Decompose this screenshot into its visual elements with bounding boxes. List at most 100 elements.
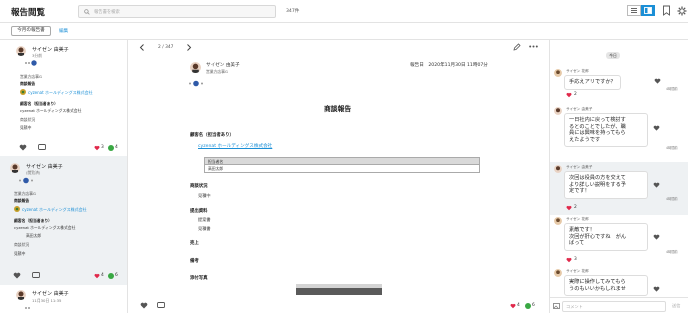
comment-author: サイゼン 花郎 (566, 269, 589, 273)
material-item: 見積書 (198, 226, 211, 231)
report-time: (閲覧済) (26, 170, 41, 175)
comment-text: 手応えアリですか？ (564, 75, 621, 90)
avatar (10, 163, 20, 173)
customer-label: 顧客名（担当者あり） (20, 101, 58, 106)
page-indicator: 2 / 347 (158, 45, 174, 50)
search-icon (84, 9, 90, 15)
author-avatar (190, 62, 201, 73)
heart-count: 3 (101, 145, 104, 150)
avatar (554, 69, 562, 77)
author-name: サイゼン 由美子 (32, 291, 69, 297)
company-logo-icon (14, 206, 20, 212)
heart-count: 4 (101, 273, 104, 278)
heart-count: 3 (574, 257, 577, 262)
status-icons (19, 177, 33, 184)
comment-text: 実際に操作してみてもら うのもいいかもしれませ (564, 275, 648, 296)
report-list-item[interactable]: サイゼン 由美子 11月30日 11:35 (6, 286, 122, 313)
comments-panel: 今日 サイゼン 花郎 手応えアリですか？ 4時間前 2 サイゼン 由美子 一日社… (550, 40, 688, 313)
comment-author: サイゼン 花郎 (566, 69, 589, 73)
customer-label: 顧客名（担当者あり） (14, 218, 52, 223)
report-heading: 商談報告 (324, 105, 352, 113)
heart-outline-icon[interactable] (654, 78, 661, 84)
status-label: 商談状況 (14, 242, 30, 247)
image-icon[interactable] (553, 303, 560, 309)
report-list: サイゼン 由美子 3分前 営業方店事G 商談報告 cyzenat ホールディング… (0, 40, 128, 313)
comment-author: サイゼン 由美子 (566, 107, 593, 111)
top-bar: 報告閲覧 報告書を検索 347件 (0, 0, 688, 23)
contact-table: 担当者名 高田太郎 (204, 157, 480, 173)
edit-filter-link[interactable]: 編集 (59, 28, 68, 34)
author-name: サイゼン 由美子 (32, 47, 69, 53)
status-icons (25, 60, 37, 66)
heart-icon (510, 303, 516, 309)
comment-author: サイゼン 花郎 (566, 217, 589, 221)
comment-text: 次回は役員の方を交えて より詳しい説明をする予 定です！ (564, 171, 648, 199)
heart-outline-icon[interactable] (13, 272, 21, 279)
materials-section-label: 提出資料 (190, 209, 208, 214)
heart-outline-icon[interactable] (653, 182, 660, 188)
dept-label: 営業方店事G (14, 191, 36, 196)
customer-link[interactable]: cyzenat ホールディングス株式会社 (198, 143, 272, 149)
comment-composer: コメント 送信 (550, 297, 688, 313)
heart-icon (566, 205, 572, 211)
report-type: 商談報告 (14, 198, 30, 203)
comment-count-icon (108, 273, 114, 279)
search-input[interactable]: 報告書を検索 (78, 5, 276, 18)
status-value: 見積中 (198, 193, 211, 198)
heart-outline-icon[interactable] (653, 286, 660, 292)
comment-time: 4時間前 (666, 197, 678, 201)
avatar (554, 107, 562, 115)
company-link[interactable]: cyzenat ホールディングス株式会社 (22, 207, 87, 213)
split-view-button[interactable] (641, 5, 655, 16)
avatar (554, 269, 562, 277)
comment-count: 4 (115, 145, 118, 150)
comment-text: 一日社内に戻って検討す るとのことでしたが、職 員には興味を持ってもら えたよう… (564, 113, 648, 147)
gear-icon[interactable] (677, 5, 687, 17)
report-list-item-selected[interactable]: サイゼン 由美子 (閲覧済) 営業方店事G 商談報告 cyzenat ホールディ… (0, 156, 127, 285)
comment-icon[interactable] (32, 272, 40, 279)
comment-time: 4時間前 (666, 250, 678, 254)
filter-bar: 今月の報告書 編集 (0, 23, 688, 40)
status-value: 見積中 (20, 125, 32, 130)
report-type: 商談報告 (20, 81, 36, 86)
comment-icon[interactable] (157, 302, 165, 309)
comment-item: サイゼン 花郎 実際に操作してみてもら うのもいいかもしれませ (550, 269, 688, 297)
edit-pencil-icon[interactable] (513, 43, 521, 51)
heart-icon (94, 145, 100, 151)
send-button[interactable]: 送信 (672, 303, 680, 309)
avatar (554, 165, 562, 173)
report-count: 347件 (286, 9, 300, 14)
list-view-button[interactable] (627, 5, 641, 16)
report-list-item[interactable]: サイゼン 由美子 3分前 営業方店事G 商談報告 cyzenat ホールディング… (6, 40, 122, 158)
heart-count: 2 (574, 205, 577, 210)
chevron-right-icon[interactable] (186, 44, 192, 51)
chevron-left-icon[interactable] (139, 44, 145, 51)
detail-footer: 4 6 (128, 295, 549, 313)
author-name: サイゼン 由美子 (26, 164, 63, 170)
heart-outline-icon[interactable] (19, 144, 27, 151)
heart-icon (94, 273, 100, 279)
heart-count: 4 (517, 303, 520, 308)
author-dept: 営業方店事G (206, 69, 228, 74)
heart-outline-icon[interactable] (653, 234, 660, 240)
report-date: 報告日 2020年11月30日 11時07分 (410, 63, 488, 68)
status-icons (25, 307, 30, 309)
comment-count-icon (108, 145, 114, 151)
heart-outline-icon[interactable] (140, 302, 148, 309)
heart-icon (566, 92, 572, 98)
comment-count: 6 (115, 273, 118, 278)
this-month-filter-button[interactable]: 今月の報告書 (11, 26, 51, 36)
contact-name: 高田太郎 (26, 233, 42, 238)
comment-input[interactable]: コメント (562, 301, 666, 312)
comment-icon[interactable] (38, 144, 46, 151)
more-icon[interactable] (529, 45, 538, 48)
heart-count: 2 (574, 92, 577, 97)
heart-outline-icon[interactable] (653, 125, 660, 131)
customer-name: cyzenat ホールディングス株式会社 (20, 108, 82, 113)
bookmark-icon[interactable] (662, 5, 671, 17)
avatar (16, 46, 26, 56)
company-link[interactable]: cyzenat ホールディングス株式会社 (28, 90, 93, 96)
date-divider: 今日 (606, 52, 620, 59)
table-header: 担当者名 (205, 158, 479, 165)
comment-item: サイゼン 由美子 一日社内に戻って検討す るとのことでしたが、職 員には興味を持… (550, 107, 688, 162)
